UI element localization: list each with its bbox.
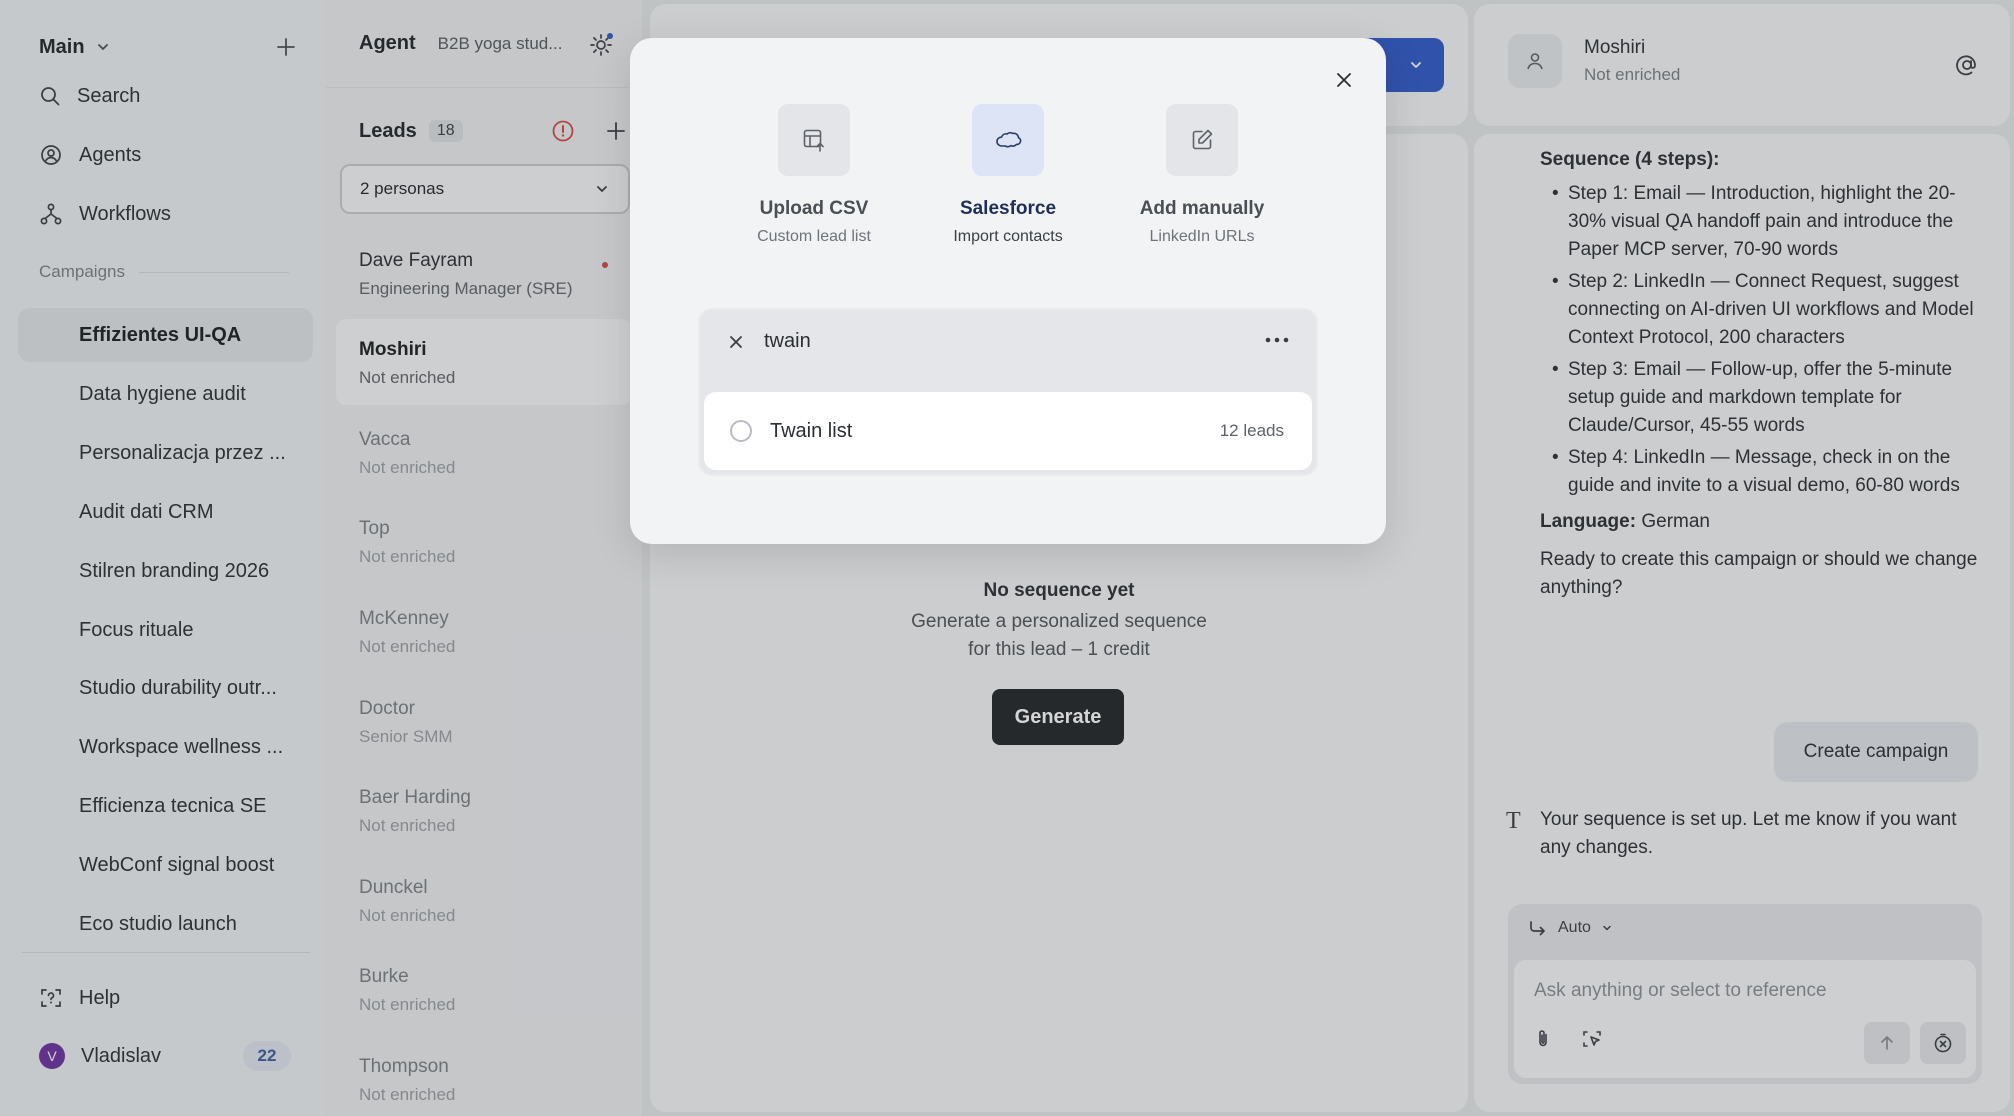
source-label: Salesforce [959, 198, 1057, 219]
list-name: Twain list [770, 419, 853, 442]
source-tile [778, 104, 850, 176]
salesforce-cloud-icon [994, 129, 1022, 151]
list-search: twain [728, 330, 811, 353]
list-radio[interactable] [730, 420, 752, 442]
source-label: Add manually [1139, 198, 1265, 219]
clear-search-icon[interactable] [728, 334, 744, 350]
close-button[interactable] [1330, 66, 1358, 94]
source-description: Import contacts [953, 228, 1063, 245]
source-upload-csv[interactable]: Upload CSV Custom lead list [714, 104, 914, 246]
salesforce-list-picker: twain Twain list 12 leads [698, 308, 1318, 476]
list-lead-count: 12 leads [1219, 421, 1284, 440]
close-icon [1335, 71, 1353, 89]
source-tile [972, 104, 1044, 176]
salesforce-list-option[interactable]: Twain list 12 leads [704, 392, 1312, 470]
source-add-manually[interactable]: Add manually LinkedIn URLs [1102, 104, 1302, 246]
import-leads-modal: Upload CSV Custom lead list Salesforce I… [630, 38, 1386, 544]
search-input[interactable]: twain [764, 330, 811, 353]
table-upload-icon [801, 127, 827, 153]
source-description: Custom lead list [757, 228, 871, 245]
edit-icon [1189, 127, 1215, 153]
source-tile [1166, 104, 1238, 176]
source-salesforce[interactable]: Salesforce Import contacts [908, 104, 1108, 246]
source-description: LinkedIn URLs [1149, 228, 1255, 245]
more-options-icon[interactable] [1264, 336, 1290, 344]
source-label: Upload CSV [759, 198, 869, 219]
